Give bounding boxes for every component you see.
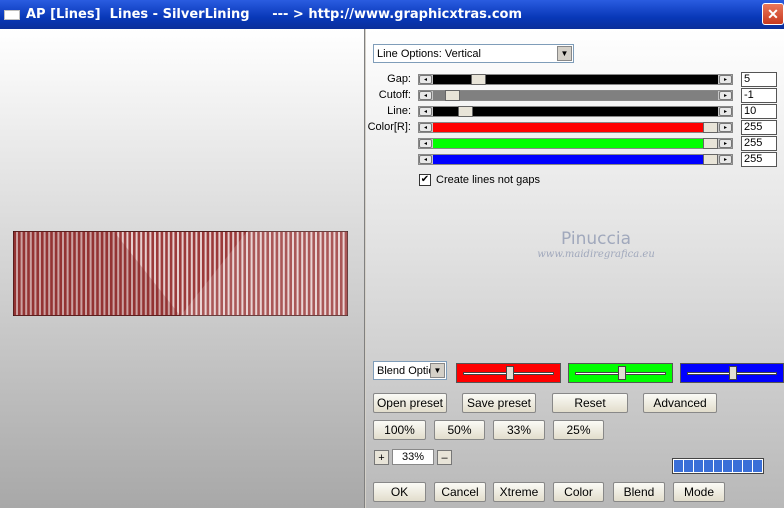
slider-left-icon[interactable]: ◂ — [419, 139, 432, 148]
save-preset-button[interactable]: Save preset — [462, 393, 536, 413]
app-icon — [4, 9, 20, 20]
slider-right-icon[interactable]: ▸ — [719, 75, 732, 84]
red-slider-knob[interactable] — [505, 366, 514, 380]
value-slider[interactable]: ◂ ▸ — [418, 74, 733, 85]
slider-thumb[interactable] — [457, 106, 473, 117]
slider-value-field[interactable]: 255 — [741, 136, 777, 151]
zoom-value-field[interactable]: 33% — [392, 449, 434, 465]
red-color-block[interactable] — [456, 363, 561, 383]
progress-segment — [733, 460, 743, 472]
slider-label: Cutoff: — [378, 89, 411, 101]
green-slider-knob[interactable] — [617, 366, 626, 380]
value-slider[interactable]: ◂ ▸ — [418, 122, 733, 133]
blue-color-block[interactable] — [680, 363, 784, 383]
zoom-50-button[interactable]: 50% — [434, 420, 485, 440]
zoom-in-button[interactable]: + — [374, 450, 389, 465]
checkmark-icon: ✔ — [420, 174, 430, 185]
create-lines-label: Create lines not gaps — [436, 174, 540, 186]
progress-segment — [713, 460, 723, 472]
zoom-25-button[interactable]: 25% — [553, 420, 604, 440]
slider-fill — [433, 91, 718, 100]
open-preset-button[interactable]: Open preset — [373, 393, 447, 413]
slider-right-icon[interactable]: ▸ — [719, 91, 732, 100]
xtreme-button[interactable]: Xtreme — [493, 482, 545, 502]
progress-segment — [683, 460, 693, 472]
progress-bar — [672, 458, 764, 474]
watermark: Pinuccia www.maidiregrafica.eu — [506, 229, 686, 260]
mode-button[interactable]: Mode — [673, 482, 725, 502]
blend-button[interactable]: Blend — [613, 482, 665, 502]
close-button[interactable]: ✕ — [762, 3, 784, 25]
zoom-100-button[interactable]: 100% — [373, 420, 426, 440]
blend-options-value: Blend Optio — [377, 364, 435, 377]
watermark-name: Pinuccia — [561, 229, 631, 249]
cancel-button[interactable]: Cancel — [434, 482, 486, 502]
progress-segment — [723, 460, 733, 472]
slider-thumb[interactable] — [470, 74, 486, 85]
options-panel: Line Options: Vertical ▼ Gap: ◂ ▸ 5 Cutoff: ◂… — [366, 29, 784, 508]
blend-options-dropdown[interactable]: Blend Optio ▼ — [373, 361, 447, 380]
green-color-block[interactable] — [568, 363, 673, 383]
progress-segment — [674, 460, 683, 472]
zoom-33-button[interactable]: 33% — [493, 420, 545, 440]
preview-pane — [0, 29, 365, 508]
zoom-out-button[interactable]: – — [437, 450, 452, 465]
reset-button[interactable]: Reset — [552, 393, 628, 413]
slider-right-icon[interactable]: ▸ — [719, 107, 732, 116]
value-slider[interactable]: ◂ ▸ — [418, 90, 733, 101]
slider-left-icon[interactable]: ◂ — [419, 91, 432, 100]
slider-right-icon[interactable]: ▸ — [719, 155, 732, 164]
slider-fill — [433, 139, 718, 148]
slider-right-icon[interactable]: ▸ — [719, 123, 732, 132]
slider-thumb[interactable] — [445, 90, 460, 101]
progress-segment — [703, 460, 713, 472]
preview-stripe — [181, 232, 184, 315]
blue-slider-knob[interactable] — [729, 366, 737, 380]
slider-label: Line: — [387, 105, 411, 117]
progress-segment — [743, 460, 753, 472]
ok-button[interactable]: OK — [373, 482, 426, 502]
slider-value-field[interactable]: 255 — [741, 152, 777, 167]
chevron-down-icon[interactable]: ▼ — [430, 363, 445, 378]
line-options-dropdown[interactable]: Line Options: Vertical ▼ — [373, 44, 574, 63]
slider-thumb[interactable] — [703, 154, 718, 165]
slider-left-icon[interactable]: ◂ — [419, 123, 432, 132]
title-bar: AP [Lines] Lines - SilverLining --- > ht… — [0, 0, 784, 29]
color-button[interactable]: Color — [553, 482, 604, 502]
advanced-button[interactable]: Advanced — [643, 393, 717, 413]
line-options-value: Line Options: Vertical — [377, 47, 481, 60]
slider-label: Gap: — [387, 73, 411, 85]
slider-right-icon[interactable]: ▸ — [719, 139, 732, 148]
value-slider[interactable]: ◂ ▸ — [418, 106, 733, 117]
progress-segment — [753, 460, 763, 472]
slider-left-icon[interactable]: ◂ — [419, 75, 432, 84]
preview-image — [13, 231, 348, 316]
slider-fill — [433, 155, 718, 164]
preview-stripe — [172, 232, 175, 315]
slider-label: Color[R]: — [367, 121, 411, 133]
preview-stripe — [186, 232, 189, 315]
create-lines-checkbox[interactable]: ✔ — [419, 174, 431, 186]
slider-value-field[interactable]: 10 — [741, 104, 777, 119]
chevron-down-icon[interactable]: ▼ — [557, 46, 572, 61]
slider-value-field[interactable]: 255 — [741, 120, 777, 135]
slider-left-icon[interactable]: ◂ — [419, 155, 432, 164]
slider-value-field[interactable]: 5 — [741, 72, 777, 87]
slider-thumb[interactable] — [703, 122, 718, 133]
slider-value-field[interactable]: -1 — [741, 88, 777, 103]
preview-stripe — [177, 232, 179, 315]
value-slider[interactable]: ◂ ▸ — [418, 138, 733, 149]
slider-thumb[interactable] — [703, 138, 718, 149]
close-icon: ✕ — [767, 5, 779, 22]
slider-fill — [433, 107, 718, 116]
progress-segment — [693, 460, 703, 472]
watermark-url: www.maidiregrafica.eu — [537, 249, 655, 260]
slider-fill — [433, 123, 718, 132]
window-title: AP [Lines] Lines - SilverLining --- > ht… — [26, 7, 523, 22]
value-slider[interactable]: ◂ ▸ — [418, 154, 733, 165]
slider-left-icon[interactable]: ◂ — [419, 107, 432, 116]
